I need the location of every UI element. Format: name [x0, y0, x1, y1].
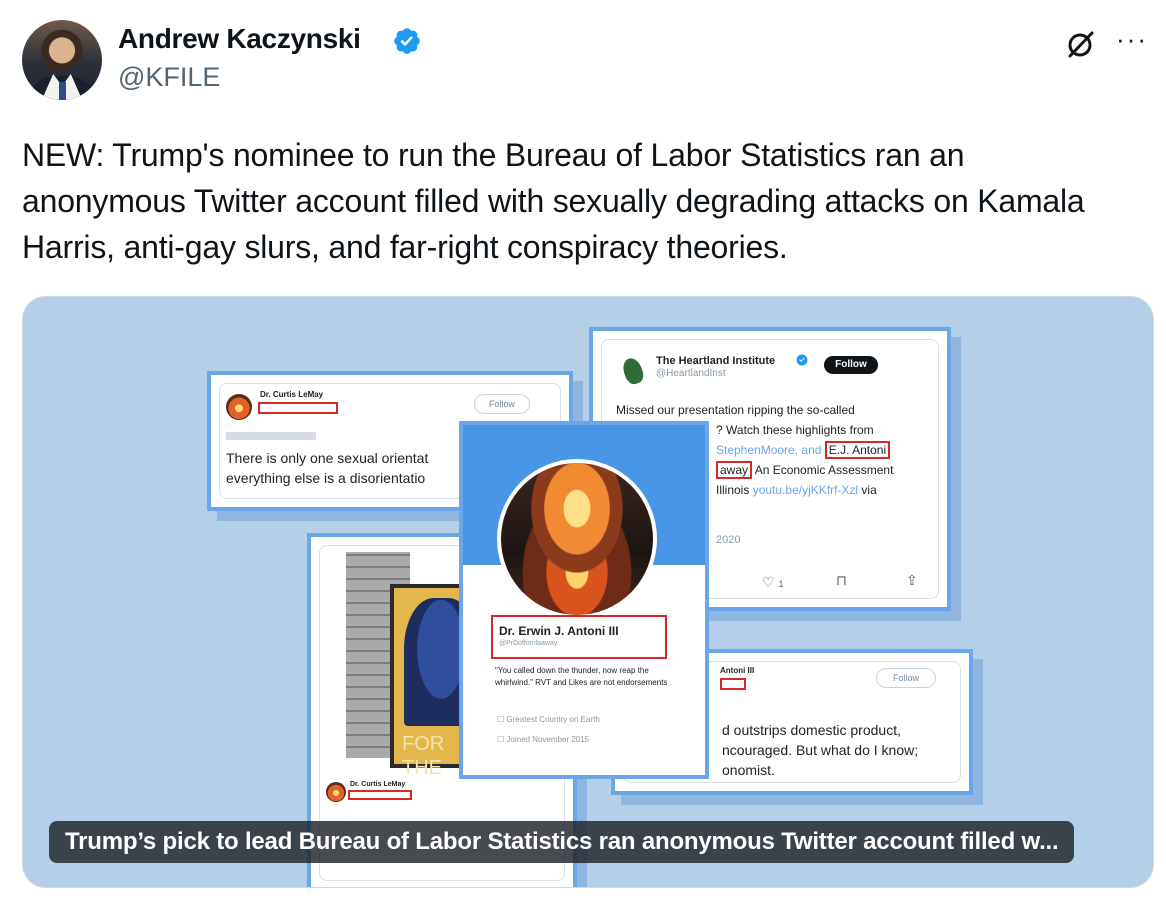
heartland-name: The Heartland Institute: [656, 355, 776, 367]
profile-joined-text: Joined November 2015: [506, 735, 590, 744]
like-count: 1: [778, 579, 784, 589]
oak-leaf-icon: [620, 355, 646, 387]
heartland-line1: Missed our presentation ripping the so-c…: [616, 403, 855, 417]
nuke-profile-image: [497, 459, 657, 619]
heartland-year: 2020: [716, 534, 741, 546]
bookmark-icon[interactable]: ⊓: [836, 570, 847, 590]
antoni-line3: onomist.: [722, 762, 775, 778]
avatar-tie: [59, 82, 66, 100]
heartland-line3: StephenMoore, and E.J. Antoni: [716, 440, 891, 460]
follow-button[interactable]: Follow: [824, 356, 878, 374]
card-left-name: Dr. Curtis LeMay: [260, 390, 324, 399]
antoni-line1: d outstrips domestic product,: [722, 722, 901, 738]
heartland-line5-text: Illinois: [716, 483, 750, 497]
heartland-handle: @HeartlandInst: [656, 368, 726, 379]
reply-name: Dr. Curtis LeMay: [350, 781, 406, 788]
author-handle[interactable]: @KFILE: [118, 62, 220, 93]
tweet: Andrew Kaczynski @KFILE ··· NEW: Trump's…: [0, 0, 1166, 904]
profile-location: ☐ Greatest Country on Earth: [497, 715, 600, 724]
heartland-boxed-name: E.J. Antoni: [824, 441, 891, 459]
grey-bar: [226, 432, 316, 440]
tweet-text: NEW: Trump's nominee to run the Bureau o…: [22, 137, 1085, 265]
author-name[interactable]: Andrew Kaczynski: [118, 23, 361, 55]
nuke-avatar-small: [326, 782, 346, 802]
card-left-line1: There is only one sexual orientat: [226, 450, 429, 466]
heartland-boxed-handle: away: [716, 461, 753, 479]
verified-badge-icon: [796, 354, 808, 366]
follow-button[interactable]: Follow: [474, 394, 530, 414]
antoni-name: Antoni III: [720, 666, 755, 675]
profile-name: Dr. Erwin J. Antoni III: [499, 624, 619, 638]
handle-redbox: [258, 402, 338, 414]
heartland-line4-text: An Economic Assessment: [754, 463, 894, 477]
profile-location-text: Greatest Country on Earth: [506, 715, 600, 724]
media-caption[interactable]: Trump’s pick to lead Bureau of Labor Sta…: [49, 821, 1075, 863]
verified-badge-icon: [394, 28, 420, 54]
heartland-line5: Illinois youtu.be/yjKKfrf-Xzl via: [716, 480, 877, 500]
heartland-line5-end: via: [861, 483, 877, 497]
follow-button[interactable]: Follow: [876, 668, 936, 688]
antoni-line2: ncouraged. But what do I know;: [722, 742, 919, 758]
handle-redbox: [348, 790, 412, 800]
card-left-line2: everything else is a disorientatio: [226, 470, 426, 486]
share-icon[interactable]: ⇪: [906, 570, 918, 590]
avatar[interactable]: [22, 20, 102, 100]
nuke-avatar-small: [226, 394, 252, 420]
card-profile-antoni: Dr. Erwin J. Antoni III @PrDoffomlaaway …: [459, 421, 709, 779]
media-card[interactable]: Dr. Curtis LeMay Follow There is only on…: [22, 296, 1154, 888]
grok-icon[interactable]: [1064, 28, 1096, 60]
heartland-line4: away An Economic Assessment: [716, 460, 893, 480]
like-icon[interactable]: ♡ 1: [762, 572, 783, 594]
heartland-mention[interactable]: StephenMoore, and: [716, 443, 821, 457]
heartland-line2: ? Watch these highlights from: [716, 423, 874, 437]
profile-handle: @PrDoffomlaaway: [499, 640, 558, 647]
heartland-link[interactable]: youtu.be/yjKKfrf-Xzl: [753, 483, 858, 497]
handle-redbox: [720, 678, 746, 690]
profile-bio: "You called down the thunder, now reap t…: [495, 666, 668, 687]
profile-joined: ☐ Joined November 2015: [497, 735, 590, 744]
more-icon[interactable]: ···: [1116, 26, 1152, 54]
